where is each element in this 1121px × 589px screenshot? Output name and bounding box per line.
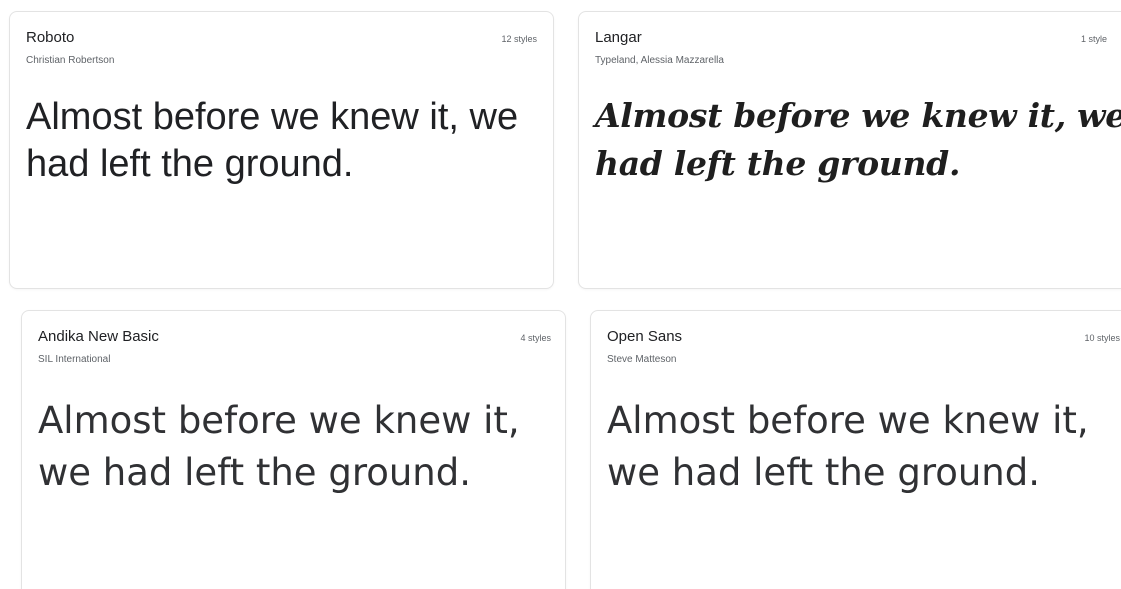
font-card-roboto[interactable]: Roboto Christian Robertson 12 styles Alm… [9,11,554,289]
font-preview-text: Almost before we knew it, we had left th… [607,399,1089,494]
font-designer: Typeland, Alessia Mazzarella [595,55,724,66]
font-designer: Steve Matteson [607,354,677,365]
font-designer: SIL International [38,354,111,365]
font-card-andika-new-basic[interactable]: Andika New Basic SIL International 4 sty… [21,310,566,589]
font-preview-text: Almost before we knew it, we had left th… [26,96,519,185]
font-name: Open Sans [607,328,683,345]
font-preview-text: Almost before we knew it, we had left th… [595,96,1121,183]
font-name: Andika New Basic [38,328,159,345]
styles-count: 4 styles [520,333,551,343]
font-card-open-sans[interactable]: Open Sans Steve Matteson 10 styles Almos… [590,310,1121,589]
styles-count: 12 styles [501,34,537,44]
font-designer: Christian Robertson [26,55,115,66]
font-name: Langar [595,29,642,46]
styles-count: 10 styles [1084,333,1120,343]
font-name: Roboto [26,29,75,46]
font-preview-text: Almost before we knew it, we had left th… [38,399,520,494]
styles-count: 1 style [1080,34,1107,44]
font-card-langar[interactable]: Langar Typeland, Alessia Mazzarella 1 st… [578,11,1121,289]
